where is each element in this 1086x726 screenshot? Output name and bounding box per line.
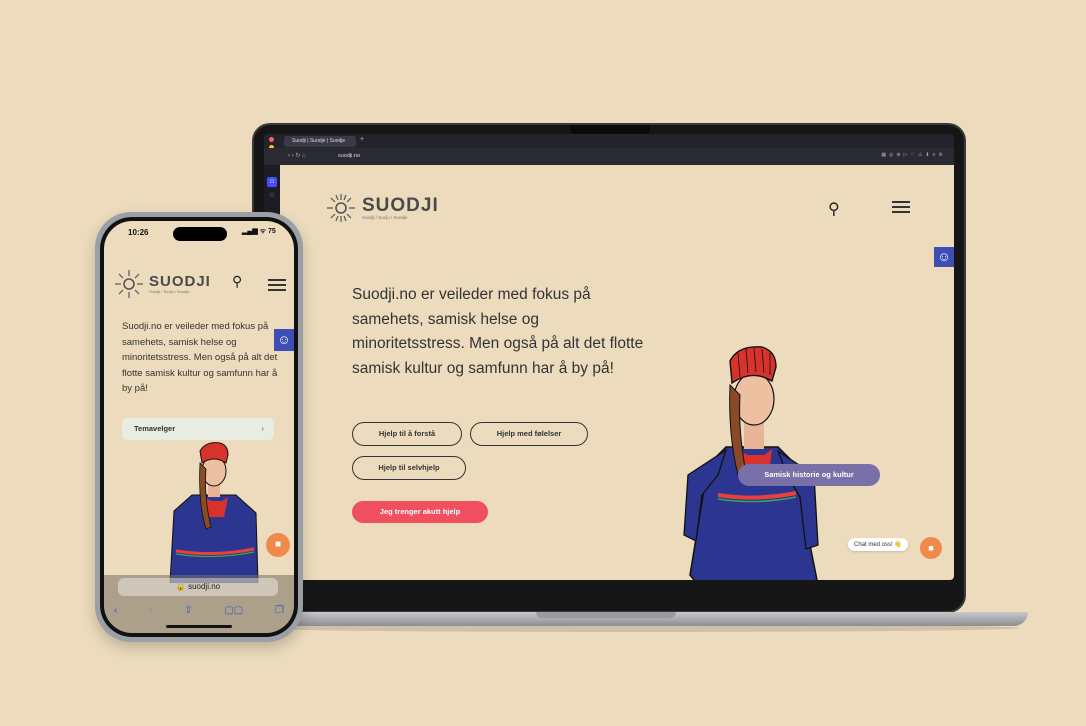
lock-icon: 🔒 — [175, 582, 189, 591]
window-close-dot[interactable] — [269, 137, 274, 142]
help-feelings-button[interactable]: Hjelp med følelser — [470, 422, 588, 446]
self-help-button[interactable]: Hjelp til selvhjelp — [352, 456, 466, 480]
phone-site-logo[interactable]: SUODJI Suodji / Suoj̄o / Suodje — [114, 269, 211, 299]
help-understand-button[interactable]: Hjelp til å forstå — [352, 422, 462, 446]
dynamic-island — [173, 227, 227, 241]
search-icon[interactable]: ⚲ — [232, 273, 242, 290]
sun-logo-icon — [115, 270, 143, 298]
hamburger-menu-icon[interactable] — [268, 279, 286, 294]
phone-address-bar[interactable]: 🔒 suodji.no — [118, 578, 278, 596]
brand-name: SUODJI — [362, 194, 439, 216]
new-tab-button[interactable]: + — [360, 136, 364, 143]
browser-tab[interactable]: Suodji | Suodje | Suodje — [284, 136, 356, 147]
topic-selector-label: Temavelger — [134, 424, 176, 433]
home-indicator — [166, 625, 232, 628]
sami-woman-illustration — [683, 346, 819, 580]
sun-logo-icon — [327, 194, 355, 222]
tabs-icon[interactable]: ❐ — [275, 605, 284, 616]
chat-label[interactable]: Chat med oss! 👋 — [848, 538, 908, 551]
back-icon[interactable]: ‹ — [114, 605, 117, 616]
forward-icon[interactable]: › — [149, 605, 152, 616]
brand: SUODJI Suodji / Suoj̄o / Suodje — [362, 194, 439, 220]
browser-extension-icons[interactable]: ▦◎⊕▷♡⚠⬇≡⚙ — [881, 152, 946, 158]
bookmarks-icon[interactable]: ▢▢ — [224, 605, 243, 616]
search-icon[interactable]: ⚲ — [828, 199, 840, 219]
safari-nav-icons: ‹ › ⇪ ▢▢ ❐ — [114, 605, 284, 616]
browser-tab-bar: Suodji | Suodje | Suodje + — [264, 134, 954, 158]
accessibility-icon[interactable]: ☺ — [934, 247, 954, 267]
status-time: 10:26 — [128, 228, 149, 237]
laptop-screen: Suodji | Suodje | Suodje + ‹ › ↻ ⌂ suodj… — [264, 134, 954, 580]
browser-address-bar[interactable]: ‹ › ↻ ⌂ suodji.no ▦◎⊕▷♡⚠⬇≡⚙ — [264, 148, 954, 165]
site-logo[interactable]: SUODJI Suodji / Suoj̄o / Suodje — [326, 193, 439, 223]
phone-url[interactable]: suodji.no — [188, 582, 220, 591]
back-forward-reload-icons[interactable]: ‹ › ↻ ⌂ — [288, 151, 306, 162]
phone-hero-text: Suodji.no er veileder med fokus på sameh… — [122, 321, 278, 394]
phone-brand-name: SUODJI — [149, 272, 211, 290]
laptop-base-groove — [536, 612, 676, 618]
topic-history-culture-button[interactable]: Samisk historie og kultur — [738, 464, 880, 486]
status-icons: ▂▄▆ ᯤ 75 — [242, 228, 276, 235]
urgent-help-button[interactable]: Jeg trenger akutt hjelp — [352, 501, 488, 523]
share-icon[interactable]: ⇪ — [184, 605, 192, 616]
phone-screen: 10:26 ▂▄▆ ᯤ 75 SUODJI Suodji / Suoj̄o / … — [104, 221, 294, 633]
sami-woman-illustration — [169, 442, 259, 583]
website-viewport: SUODJI Suodji / Suoj̄o / Suodje ⚲ ☺ Suod… — [280, 165, 954, 580]
chat-bubble-icon[interactable]: ■ — [266, 533, 290, 557]
sidebar-home-icon[interactable]: ⌂ — [267, 177, 277, 187]
phone-brand: SUODJI Suodji / Suoj̄o / Suodje — [149, 272, 211, 294]
sidebar-bookmark-icon[interactable]: ☆ — [267, 191, 277, 201]
address-url[interactable]: suodji.no — [338, 151, 360, 162]
hero-text: Suodji.no er veileder med fokus på sameh… — [352, 286, 644, 377]
hamburger-menu-icon[interactable] — [892, 201, 910, 216]
chat-bubble-icon[interactable]: ■ — [920, 537, 942, 559]
